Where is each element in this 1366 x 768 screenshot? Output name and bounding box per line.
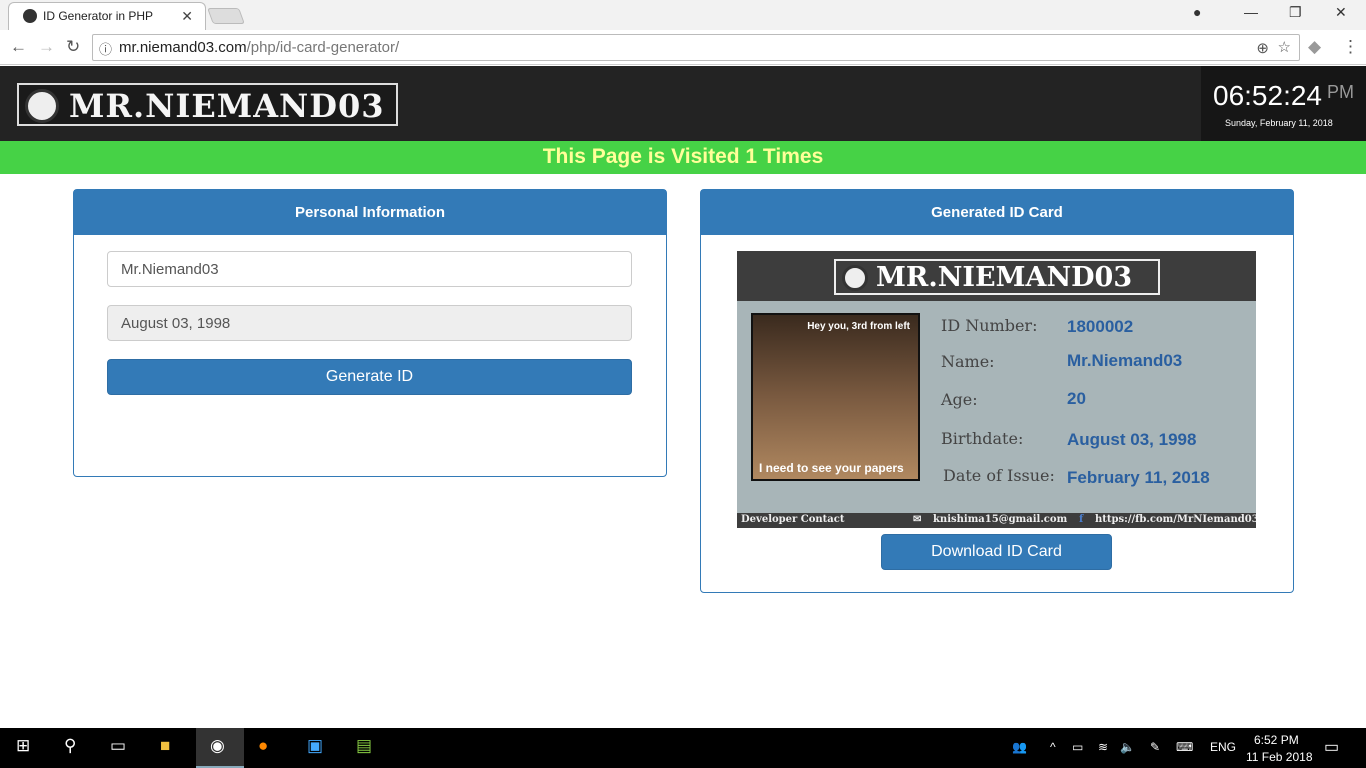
task-view-icon[interactable]: ▭ bbox=[110, 736, 126, 756]
show-hidden-icon[interactable]: ^ bbox=[1050, 740, 1056, 754]
info-icon: ⓘ bbox=[99, 42, 113, 57]
photo-caption-top: Hey you, 3rd from left bbox=[807, 321, 910, 332]
field-value: August 03, 1998 bbox=[1067, 430, 1197, 449]
hacker-icon bbox=[25, 89, 59, 123]
visit-counter-banner: This Page is Visited 1 Times bbox=[0, 141, 1366, 174]
panel-title: Generated ID Card bbox=[701, 190, 1293, 235]
close-tab-icon[interactable]: ✕ bbox=[181, 8, 193, 25]
facebook-icon: f bbox=[1079, 514, 1084, 525]
app-icon[interactable]: ▣ bbox=[307, 736, 323, 756]
pen-icon[interactable]: ✎ bbox=[1150, 740, 1160, 754]
people-icon[interactable]: 👥 bbox=[1012, 740, 1027, 754]
favicon-icon bbox=[23, 9, 37, 23]
notifications-icon[interactable]: ▭ bbox=[1324, 737, 1339, 757]
taskbar-time[interactable]: 6:52 PM bbox=[1254, 733, 1299, 747]
minimize-button[interactable]: — bbox=[1244, 4, 1258, 20]
field-value: 20 bbox=[1067, 389, 1086, 408]
birthdate-input[interactable]: August 03, 1998 bbox=[107, 305, 632, 341]
card-logo: MR.NIEMAND03 bbox=[834, 259, 1160, 295]
generated-card-panel: Generated ID Card MR.NIEMAND03 Hey you, … bbox=[700, 189, 1294, 593]
chrome-icon[interactable]: ◉ bbox=[196, 728, 244, 768]
clock-time: 06:52:24 bbox=[1213, 80, 1322, 111]
taskbar: ⊞ ⚲ ▭ ■ ◉ ● ▣ ▤ 👥 ^ ▭ ≋ 🔈 ✎ ⌨ ENG 6:52 P… bbox=[0, 728, 1366, 768]
footer-email: knishima15@gmail.com bbox=[933, 514, 1068, 525]
bookmark-star-icon[interactable]: ☆ bbox=[1278, 38, 1291, 56]
language-indicator[interactable]: ENG bbox=[1210, 740, 1236, 754]
forward-icon[interactable]: → bbox=[38, 37, 55, 57]
profile-icon[interactable]: ● bbox=[1193, 4, 1201, 20]
logo-text: MR.NIEMAND03 bbox=[69, 87, 385, 125]
url-bar[interactable]: ⓘ mr.niemand03.com/php/id-card-generator/… bbox=[92, 34, 1300, 61]
url-host: mr.niemand03.com bbox=[119, 39, 247, 56]
panel-title: Personal Information bbox=[74, 190, 666, 235]
firefox-icon[interactable]: ● bbox=[258, 736, 268, 756]
field-label: Date of Issue: bbox=[943, 466, 1055, 485]
field-label: Name: bbox=[941, 352, 995, 371]
menu-icon[interactable]: ⋮ bbox=[1342, 37, 1359, 57]
footer-label: Developer Contact bbox=[741, 514, 845, 525]
volume-icon[interactable]: 🔈 bbox=[1120, 740, 1135, 754]
windows-start-icon[interactable]: ⊞ bbox=[16, 736, 30, 756]
mail-icon: ✉ bbox=[913, 514, 922, 525]
browser-tab-strip: ID Generator in PHP ✕ ● — ❐ ✕ bbox=[0, 0, 1366, 30]
url-path: /php/id-card-generator/ bbox=[246, 39, 400, 56]
browser-tab[interactable]: ID Generator in PHP ✕ bbox=[8, 2, 206, 30]
hacker-icon bbox=[842, 265, 868, 291]
address-toolbar: ← → ↻ ⓘ mr.niemand03.com/php/id-card-gene… bbox=[0, 30, 1366, 65]
notepad-icon[interactable]: ▤ bbox=[356, 736, 372, 756]
site-logo[interactable]: MR.NIEMAND03 bbox=[17, 83, 398, 126]
footer-facebook: https://fb.com/MrNIemand03 bbox=[1095, 514, 1256, 525]
field-value: Mr.Niemand03 bbox=[1067, 351, 1183, 370]
field-value: 1800002 bbox=[1067, 317, 1134, 336]
close-window-button[interactable]: ✕ bbox=[1335, 4, 1347, 21]
keyboard-icon[interactable]: ⌨ bbox=[1176, 740, 1193, 754]
field-label: Age: bbox=[941, 390, 978, 409]
clock: 06:52:24 PM Sunday, February 11, 2018 bbox=[1201, 66, 1366, 141]
field-label: ID Number: bbox=[941, 316, 1038, 335]
field-label: Birthdate: bbox=[941, 429, 1024, 448]
tab-title: ID Generator in PHP bbox=[43, 9, 154, 23]
zoom-icon[interactable]: ⊕ bbox=[1256, 39, 1269, 57]
card-footer: Developer Contact ✉ knishima15@gmail.com f h… bbox=[737, 513, 1256, 528]
clock-date: Sunday, February 11, 2018 bbox=[1225, 118, 1333, 128]
download-id-button[interactable]: Download ID Card bbox=[881, 534, 1112, 570]
reload-icon[interactable]: ↻ bbox=[66, 37, 80, 57]
restore-button[interactable]: ❐ bbox=[1289, 4, 1302, 21]
card-logo-text: MR.NIEMAND03 bbox=[876, 262, 1133, 293]
search-icon[interactable]: ⚲ bbox=[64, 736, 76, 756]
clock-ampm: PM bbox=[1327, 82, 1354, 102]
taskbar-date[interactable]: 11 Feb 2018 bbox=[1246, 750, 1313, 764]
generate-id-button[interactable]: Generate ID bbox=[107, 359, 632, 395]
file-explorer-icon[interactable]: ■ bbox=[160, 736, 170, 756]
name-input[interactable]: Mr.Niemand03 bbox=[107, 251, 632, 287]
id-card-image: MR.NIEMAND03 Hey you, 3rd from left I nee… bbox=[737, 251, 1256, 528]
site-header: MR.NIEMAND03 06:52:24 PM Sunday, February … bbox=[0, 66, 1366, 141]
back-icon[interactable]: ← bbox=[10, 37, 27, 57]
field-value: February 11, 2018 bbox=[1067, 468, 1210, 487]
personal-info-panel: Personal Information Mr.Niemand03 August… bbox=[73, 189, 667, 477]
id-photo: Hey you, 3rd from left I need to see your… bbox=[751, 313, 920, 481]
battery-icon[interactable]: ▭ bbox=[1072, 740, 1083, 754]
photo-caption-bottom: I need to see your papers bbox=[759, 461, 904, 475]
wifi-icon[interactable]: ≋ bbox=[1098, 740, 1108, 754]
extension-icon[interactable]: ◆ bbox=[1308, 37, 1321, 57]
new-tab-button[interactable] bbox=[207, 8, 245, 24]
